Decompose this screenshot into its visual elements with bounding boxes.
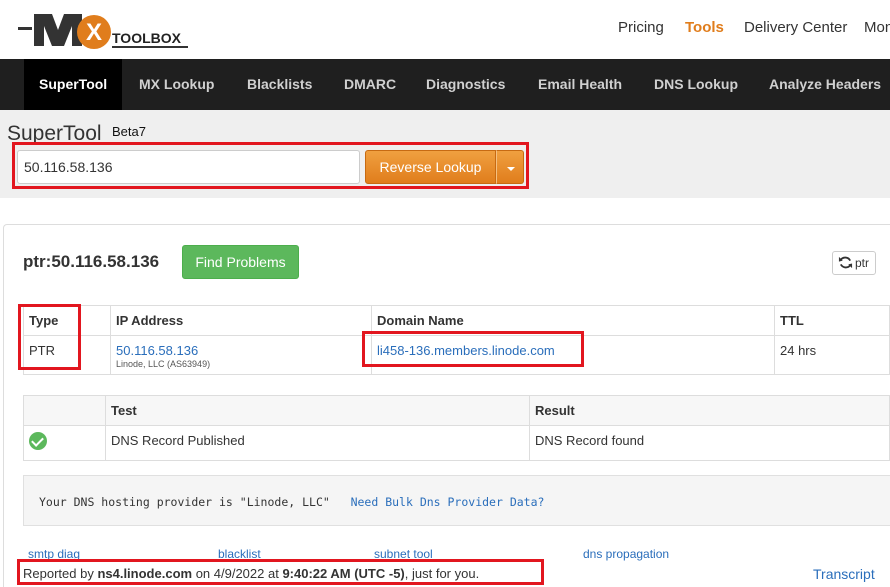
ip-owner: Linode, LLC (AS63949) [116, 359, 211, 369]
page-title: SuperTool [7, 122, 102, 145]
tab-blacklists[interactable]: Blacklists [247, 59, 312, 110]
tab-dns-lookup[interactable]: DNS Lookup [654, 59, 738, 110]
reported-server: ns4.linode.com [97, 566, 193, 581]
top-header: X TOOLBOX Pricing Tools Delivery Center … [0, 0, 890, 59]
tab-diagnostics[interactable]: Diagnostics [426, 59, 505, 110]
ptr-record-table: Type IP Address Domain Name TTL PTR 50.1… [23, 305, 890, 375]
test-header-row: Test Result [23, 395, 890, 426]
nav-pricing[interactable]: Pricing [618, 19, 664, 36]
nav-tools[interactable]: Tools [685, 19, 724, 36]
ip-link[interactable]: 50.116.58.136 [116, 343, 198, 358]
link-smtp-diag[interactable]: smtp diag [28, 547, 80, 561]
nav-monitoring[interactable]: Mon [864, 19, 890, 36]
refresh-ptr-button[interactable]: ptr [832, 251, 876, 275]
cell-result: DNS Record found [529, 425, 890, 461]
col-ip-address: IP Address [110, 305, 372, 336]
nav-delivery-center[interactable]: Delivery Center [744, 19, 847, 36]
search-input[interactable] [17, 150, 360, 184]
table-row: DNS Record Published DNS Record found [23, 425, 890, 461]
bulk-dns-link[interactable]: Need Bulk Dns Provider Data? [351, 495, 545, 509]
tool-tabs: SuperTool MX Lookup Blacklists DMARC Dia… [0, 59, 890, 110]
col-status [23, 395, 106, 426]
result-title: ptr:50.116.58.136 [23, 252, 160, 271]
col-test: Test [105, 395, 530, 426]
link-dns-propagation[interactable]: dns propagation [583, 547, 669, 561]
reported-line: Reported by ns4.linode.com on 4/9/2022 a… [23, 566, 479, 581]
link-subnet-tool[interactable]: subnet tool [374, 547, 433, 561]
col-domain-name: Domain Name [371, 305, 775, 336]
refresh-label: ptr [855, 256, 870, 270]
col-result: Result [529, 395, 890, 426]
dns-provider-text: Your DNS hosting provider is "Linode, LL… [39, 495, 330, 509]
tab-mx-lookup[interactable]: MX Lookup [139, 59, 214, 110]
tab-dmarc[interactable]: DMARC [344, 59, 396, 110]
link-blacklist[interactable]: blacklist [218, 547, 261, 561]
top-nav: Pricing Tools Delivery Center Mon [0, 19, 890, 39]
cell-status [23, 425, 106, 461]
cell-domain: li458-136.members.linode.com [371, 335, 775, 375]
beta-label: Beta7 [112, 124, 146, 139]
col-type: Type [23, 305, 111, 336]
cell-ttl: 24 hrs [774, 335, 890, 375]
check-circle-icon [29, 432, 47, 450]
tab-analyze-headers[interactable]: Analyze Headers [769, 59, 881, 110]
tab-email-health[interactable]: Email Health [538, 59, 622, 110]
cell-type: PTR [23, 335, 111, 375]
cell-test: DNS Record Published [105, 425, 530, 461]
table-row: PTR 50.116.58.136 Linode, LLC (AS63949) … [23, 335, 890, 375]
domain-link[interactable]: li458-136.members.linode.com [377, 343, 555, 358]
test-results-table: Test Result DNS Record Published DNS Rec… [23, 395, 890, 461]
quick-links: smtp diag blacklist subnet tool dns prop… [0, 547, 890, 561]
table-header-row: Type IP Address Domain Name TTL [23, 305, 890, 336]
dns-provider-info: Your DNS hosting provider is "Linode, LL… [23, 475, 890, 526]
tab-supertool[interactable]: SuperTool [24, 59, 123, 110]
reported-mid: on 4/9/2022 at [192, 566, 283, 581]
reverse-lookup-button[interactable]: Reverse Lookup [365, 150, 496, 184]
reported-time: 9:40:22 AM (UTC -5) [282, 566, 405, 581]
reported-prefix: Reported by [23, 566, 98, 581]
transcript-link[interactable]: Transcript [813, 566, 875, 582]
find-problems-button[interactable]: Find Problems [182, 245, 299, 279]
reported-suffix: , just for you. [404, 566, 480, 581]
refresh-icon [838, 256, 853, 269]
cell-ip: 50.116.58.136 Linode, LLC (AS63949) [110, 335, 372, 375]
lookup-dropdown-button[interactable] [496, 150, 524, 184]
col-ttl: TTL [774, 305, 890, 336]
